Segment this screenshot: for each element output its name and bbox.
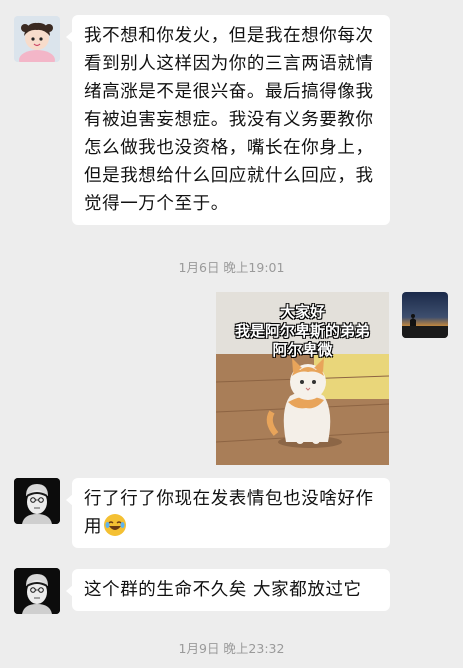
avatar-child[interactable] (14, 16, 60, 62)
message-bubble-4[interactable]: 这个群的生命不久矣 大家都放过它 (66, 569, 390, 611)
timestamp: 1月6日 晚上19:01 (178, 260, 285, 275)
message-bubble-1[interactable]: 我不想和你发火，但是我在想你每次看到别人这样因为你的三言两语就情绪高涨是不是很兴… (66, 15, 390, 225)
cat-sticker-image[interactable]: 大家好 我是阿尔卑斯的弟弟 阿尔卑微 (216, 292, 389, 465)
message-bubble-3[interactable]: 行了行了你现在发表情包也没啥好作用 (66, 478, 390, 548)
avatar-sunset[interactable] (402, 292, 448, 338)
sticker-caption-line-2: 我是阿尔卑斯的弟弟 (234, 322, 370, 340)
avatar-sketch-man[interactable] (14, 568, 60, 614)
message-text: 这个群的生命不久矣 大家都放过它 (84, 580, 362, 600)
avatar-sketch-man[interactable] (14, 478, 60, 524)
sticker-caption-line-1: 大家好 (279, 303, 325, 321)
sticker-caption-line-3: 阿尔卑微 (272, 341, 333, 359)
timestamp: 1月9日 晚上23:32 (178, 641, 285, 656)
message-text: 行了行了你现在发表情包也没啥好作用 (84, 489, 374, 537)
message-text: 我不想和你发火，但是我在想你每次看到别人这样因为你的三言两语就情绪高涨是不是很兴… (84, 26, 374, 214)
laughing-crying-emoji-icon (104, 514, 127, 536)
